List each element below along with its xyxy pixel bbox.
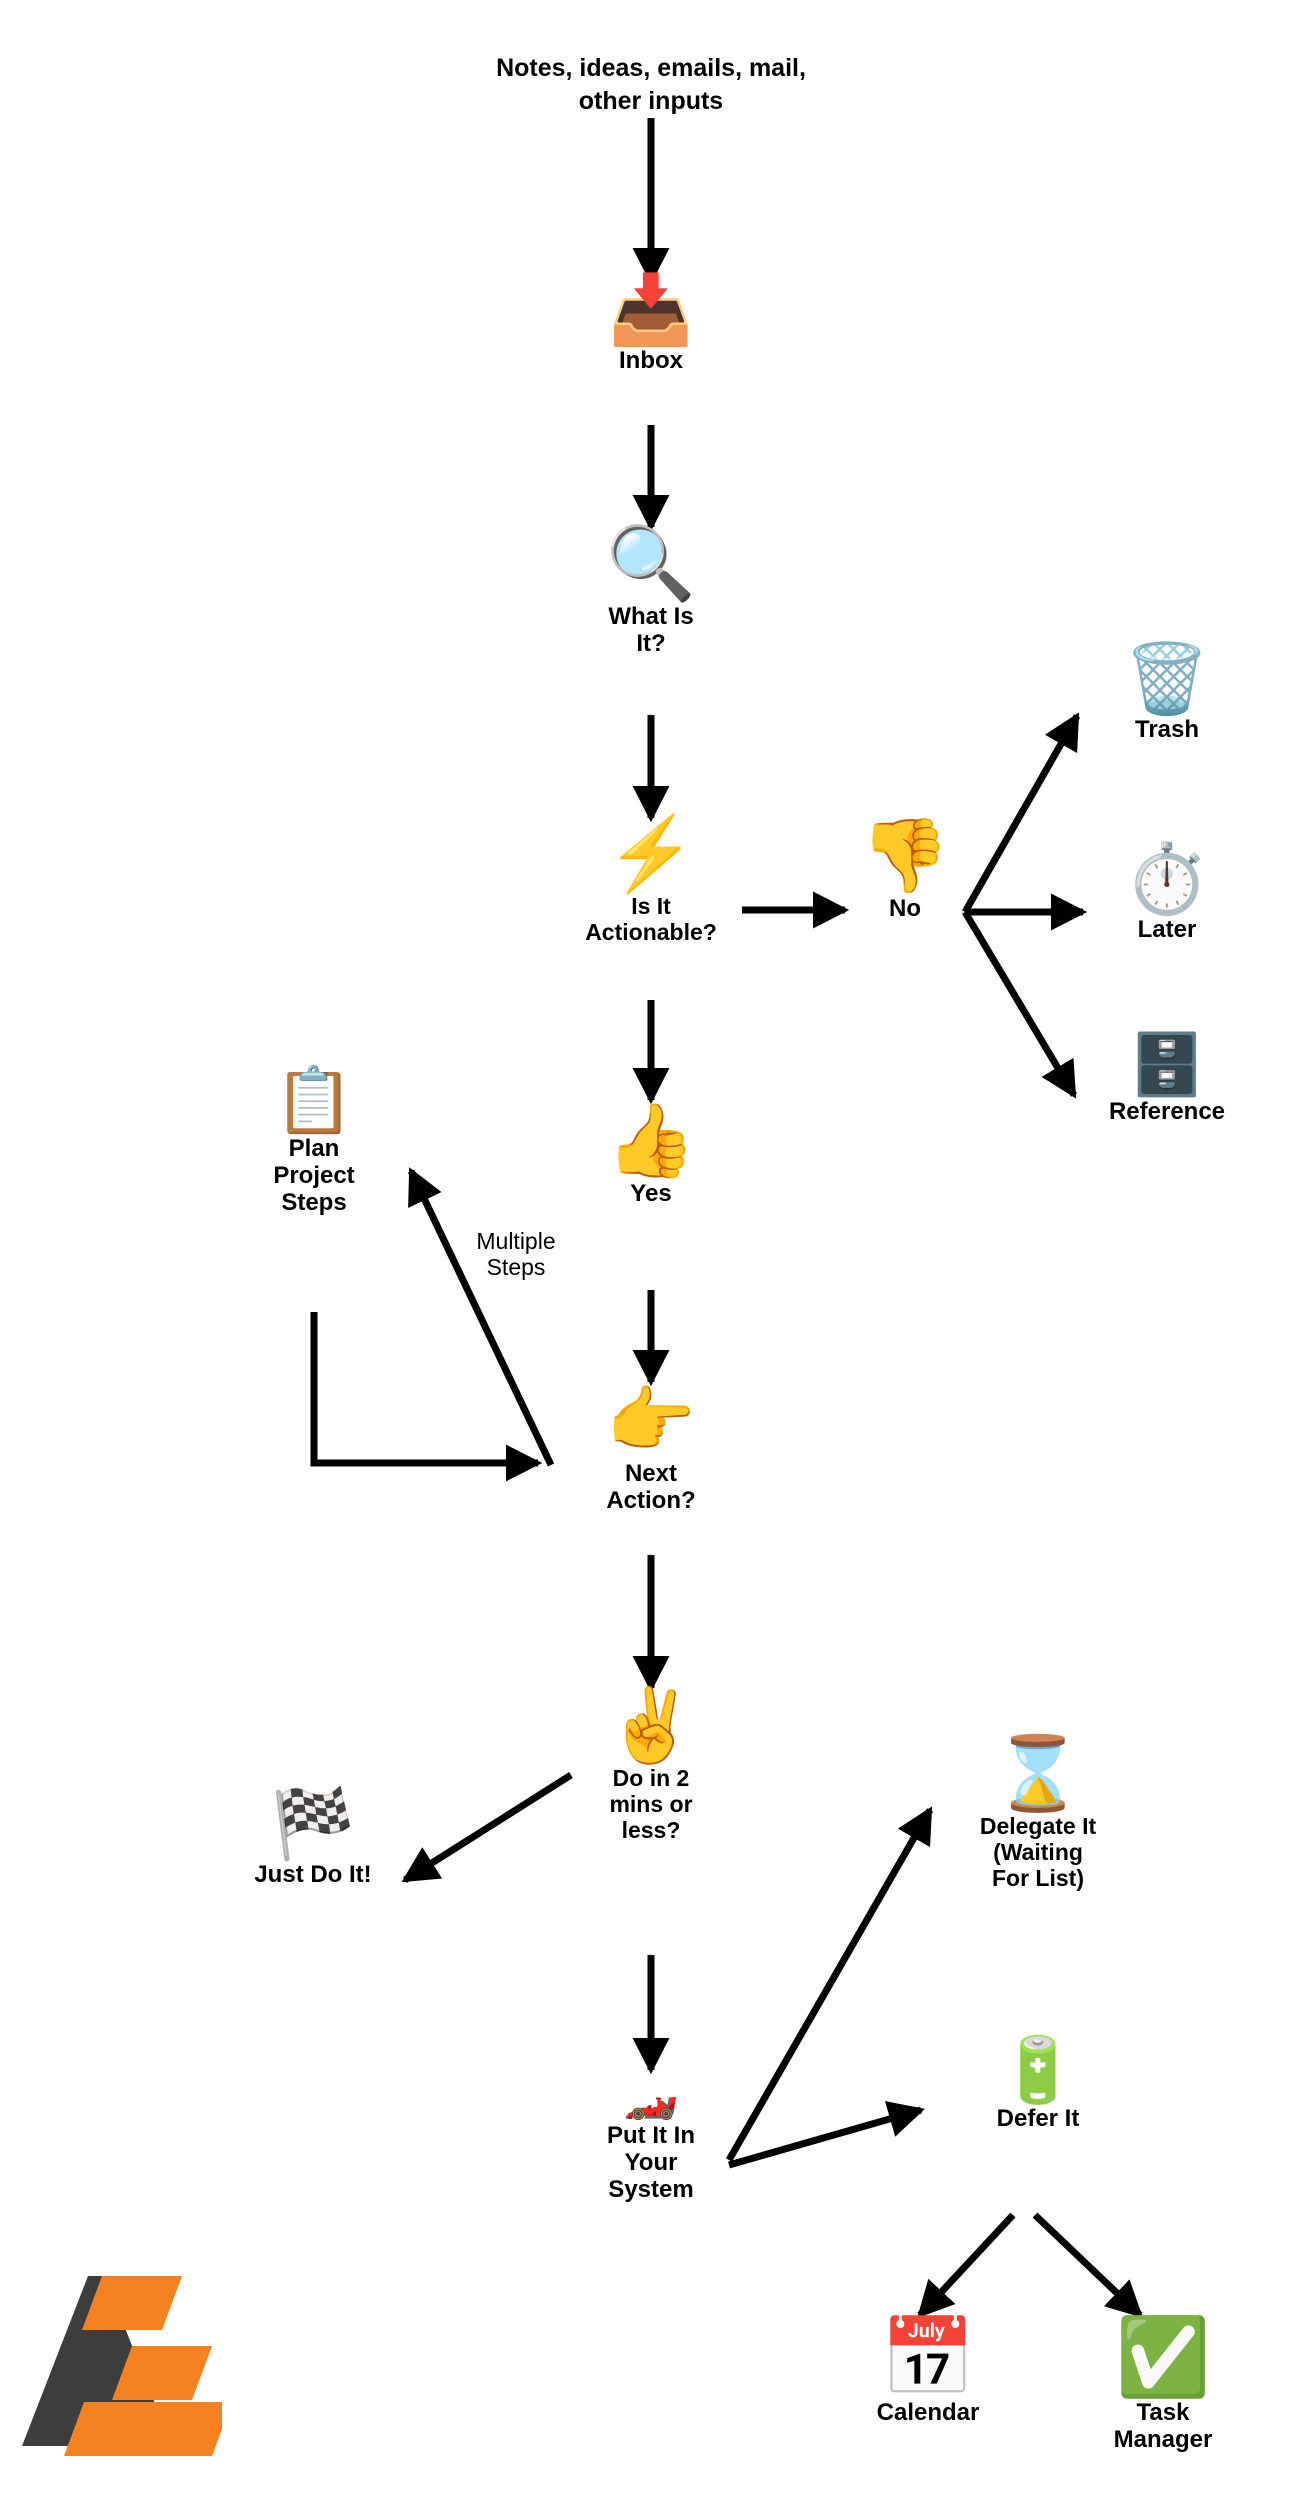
edge-defer-to-calendar: [917, 2212, 1016, 2319]
node-later[interactable]: ⏱️ Later: [1125, 845, 1210, 944]
edge-no-to-reference: [961, 910, 1078, 1099]
node-put-it-in-your-system-label: Put It In Your System: [607, 2122, 695, 2203]
node-what-is-it[interactable]: 🔍 What Is It?: [606, 528, 696, 658]
node-yes[interactable]: 👍 Yes: [606, 1105, 696, 1208]
node-is-it-actionable-label: Is It Actionable?: [585, 893, 717, 945]
battery-icon: 🔋: [998, 2034, 1078, 2106]
node-reference-label: Reference: [1108, 1098, 1226, 1125]
inbox-tray-icon: 📥: [608, 272, 694, 348]
node-what-is-it-label: What Is It?: [608, 603, 694, 657]
edge-no-to-trash: [961, 712, 1081, 914]
node-just-do-it-label: Just Do It!: [254, 1861, 372, 1888]
edge-next-action-to-plan: [407, 1167, 555, 1467]
edge-system-to-defer: [728, 2101, 926, 2169]
node-defer-it[interactable]: 🔋 Defer It: [997, 2038, 1080, 2133]
pointing-right-icon: 👉: [606, 1381, 696, 1461]
hourglass-icon: ⌛: [993, 1734, 1083, 1814]
edge-two-min-to-just-do-it: [401, 1772, 573, 1883]
racing-car-icon: 🏎️: [623, 2072, 679, 2121]
wastebasket-icon: 🗑️: [1124, 641, 1210, 717]
node-delegate-it-label: Delegate It (Waiting For List): [979, 1813, 1097, 1891]
node-next-action-label: Next Action?: [606, 1460, 696, 1514]
node-trash-label: Trash: [1134, 716, 1200, 743]
node-is-it-actionable[interactable]: ⚡ Is It Actionable?: [585, 818, 717, 946]
lightning-bolt-icon: ⚡: [606, 814, 696, 894]
node-yes-label: Yes: [630, 1180, 672, 1207]
node-task-manager-label: Task Manager: [1113, 2399, 1213, 2453]
node-inbox[interactable]: 📥 Inbox: [609, 276, 694, 375]
node-no-label: No: [889, 895, 921, 922]
node-reference[interactable]: 🗄️ Reference: [1109, 1035, 1225, 1126]
edge-system-to-delegate: [725, 1806, 934, 2162]
node-defer-it-label: Defer It: [996, 2105, 1080, 2132]
victory-hand-icon: ✌️: [606, 1686, 696, 1766]
node-just-do-it[interactable]: 🏁 Just Do It!: [254, 1790, 371, 1889]
file-cabinet-icon: 🗄️: [1129, 1031, 1205, 1098]
stopwatch-icon: ⏱️: [1124, 841, 1210, 917]
node-put-it-in-your-system[interactable]: 🏎️ Put It In Your System: [607, 2075, 695, 2204]
check-mark-icon: ✅: [1115, 2315, 1211, 2400]
flowchart-canvas: Notes, ideas, emails, mail, other inputs…: [0, 0, 1302, 2500]
node-two-minute-rule[interactable]: ✌️ Do in 2 mins or less?: [606, 1690, 696, 1843]
node-calendar[interactable]: 📅 Calendar: [877, 2320, 980, 2427]
node-inbox-label: Inbox: [618, 347, 683, 374]
calendar-icon: 📅: [880, 2315, 976, 2400]
node-calendar-label: Calendar: [876, 2399, 980, 2426]
thumbs-down-icon: 👎: [860, 816, 950, 896]
node-plan-project-steps-label: Plan Project Steps: [273, 1135, 355, 1216]
node-trash[interactable]: 🗑️ Trash: [1125, 645, 1210, 744]
edge-plan-to-next-action: [310, 1312, 543, 1482]
edge-label-multiple-steps: Multiple Steps: [476, 1228, 556, 1281]
node-plan-project-steps[interactable]: 📋 Plan Project Steps: [273, 1068, 354, 1217]
node-delegate-it[interactable]: ⌛ Delegate It (Waiting For List): [980, 1738, 1096, 1891]
node-next-action[interactable]: 👉 Next Action?: [606, 1385, 696, 1515]
node-no[interactable]: 👎 No: [860, 820, 950, 923]
node-task-manager[interactable]: ✅ Task Manager: [1114, 2320, 1213, 2454]
logo-bar-bottom: [64, 2402, 222, 2456]
node-later-label: Later: [1137, 916, 1197, 943]
node-two-minute-rule-label: Do in 2 mins or less?: [609, 1765, 693, 1843]
company-logo: [22, 2276, 222, 2456]
edge-defer-to-task-manager: [1032, 2212, 1144, 2318]
inputs-header-text: Notes, ideas, emails, mail, other inputs: [496, 54, 806, 115]
thumbs-up-icon: 👍: [606, 1101, 696, 1181]
clipboard-icon: 📋: [274, 1064, 354, 1136]
checkered-flag-icon: 🏁: [270, 1786, 356, 1862]
magnifying-glass-icon: 🔍: [606, 524, 696, 604]
